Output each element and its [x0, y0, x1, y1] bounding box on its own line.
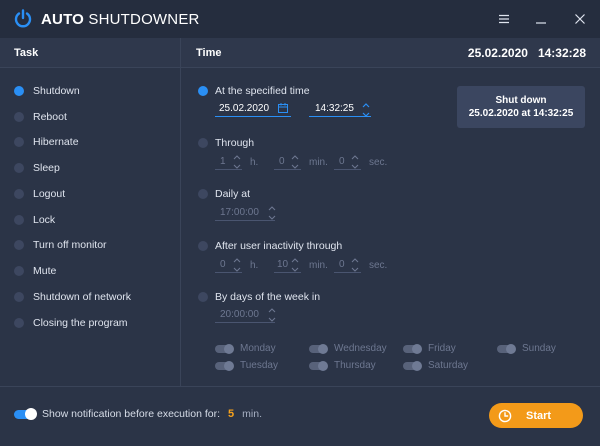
option-through[interactable]: Through: [198, 137, 254, 149]
radio-icon: [14, 215, 24, 225]
task-reboot[interactable]: Reboot: [14, 108, 67, 126]
current-date: 25.02.2020: [467, 46, 528, 60]
radio-icon: [14, 86, 24, 96]
notification-unit: min.: [242, 408, 262, 420]
current-datetime: 25.02.2020 14:32:28: [468, 46, 586, 60]
radio-icon: [198, 138, 208, 148]
shutdown-summary: Shut down 25.02.2020 at 14:32:25: [457, 86, 585, 128]
option-specified-time[interactable]: At the specified time: [198, 85, 310, 97]
radio-icon: [14, 240, 24, 250]
power-icon: [14, 9, 32, 28]
minimize-button[interactable]: [530, 8, 552, 30]
toggle-icon: [497, 343, 516, 354]
clock-icon: [498, 409, 512, 422]
radio-icon: [198, 189, 208, 199]
toggle-icon: [215, 343, 234, 354]
option-daily[interactable]: Daily at: [198, 188, 250, 200]
weekly-time-spinner-icon[interactable]: [267, 306, 277, 324]
inactivity-minutes-spinner-icon[interactable]: [290, 256, 300, 274]
radio-icon: [198, 292, 208, 302]
radio-icon: [198, 86, 208, 96]
task-sleep[interactable]: Sleep: [14, 159, 60, 177]
menu-icon: [499, 14, 509, 24]
start-button[interactable]: Start: [489, 403, 583, 428]
radio-icon: [14, 292, 24, 302]
daily-time-spinner-icon[interactable]: [267, 204, 277, 222]
day-thursday[interactable]: Thursday: [309, 360, 376, 371]
inactivity-hours-spinner-icon[interactable]: [232, 256, 242, 274]
through-hours-spinner-icon[interactable]: [232, 153, 242, 171]
toggle-icon: [309, 343, 328, 354]
radio-icon: [14, 112, 24, 122]
day-monday[interactable]: Monday: [215, 343, 276, 354]
day-friday[interactable]: Friday: [403, 343, 456, 354]
option-inactivity[interactable]: After user inactivity through: [198, 240, 342, 252]
footer-divider: [0, 386, 600, 387]
day-sunday[interactable]: Sunday: [497, 343, 556, 354]
minimize-icon: [536, 22, 546, 24]
notification-label: Show notification before execution for:: [42, 408, 221, 420]
notification-setting: Show notification before execution for: …: [14, 408, 262, 420]
close-button[interactable]: [569, 8, 591, 30]
task-hibernate[interactable]: Hibernate: [14, 133, 79, 151]
day-saturday[interactable]: Saturday: [403, 360, 468, 371]
radio-icon: [14, 318, 24, 328]
inactivity-seconds-spinner-icon[interactable]: [350, 256, 360, 274]
weekly-time-field[interactable]: 20:00:00: [215, 307, 275, 323]
radio-icon: [14, 189, 24, 199]
day-wednesday[interactable]: Wednesday: [309, 343, 387, 354]
title-bar: AUTO SHUTDOWNER: [0, 0, 600, 38]
radio-icon: [14, 163, 24, 173]
radio-icon: [14, 137, 24, 147]
task-closing-program[interactable]: Closing the program: [14, 314, 128, 332]
toggle-icon: [403, 360, 422, 371]
radio-icon: [14, 266, 24, 276]
current-clock: 14:32:28: [537, 46, 586, 60]
task-shutdown[interactable]: Shutdown: [14, 82, 80, 100]
task-mute[interactable]: Mute: [14, 262, 56, 280]
through-minutes-spinner-icon[interactable]: [290, 153, 300, 171]
task-logout[interactable]: Logout: [14, 185, 65, 203]
time-spinner-icon[interactable]: [361, 101, 371, 119]
app-title: AUTO SHUTDOWNER: [41, 11, 200, 28]
task-turn-off-monitor[interactable]: Turn off monitor: [14, 236, 107, 254]
day-tuesday[interactable]: Tuesday: [215, 360, 278, 371]
toggle-icon: [309, 360, 328, 371]
option-weekdays[interactable]: By days of the week in: [198, 291, 320, 303]
panel-divider: [180, 38, 181, 386]
calendar-icon[interactable]: [278, 103, 288, 113]
notification-toggle[interactable]: [14, 408, 37, 420]
section-header: Task Time 25.02.2020 14:32:28: [0, 38, 600, 68]
menu-button[interactable]: [493, 8, 515, 30]
close-icon: [575, 14, 585, 24]
notification-minutes[interactable]: 5: [228, 408, 234, 420]
task-lock[interactable]: Lock: [14, 211, 55, 229]
toggle-icon: [403, 343, 422, 354]
toggle-icon: [215, 360, 234, 371]
through-seconds-spinner-icon[interactable]: [350, 153, 360, 171]
time-heading: Time: [196, 47, 222, 59]
daily-time-field[interactable]: 17:00:00: [215, 205, 275, 221]
radio-icon: [198, 241, 208, 251]
task-shutdown-network[interactable]: Shutdown of network: [14, 288, 131, 306]
task-heading: Task: [14, 47, 39, 59]
